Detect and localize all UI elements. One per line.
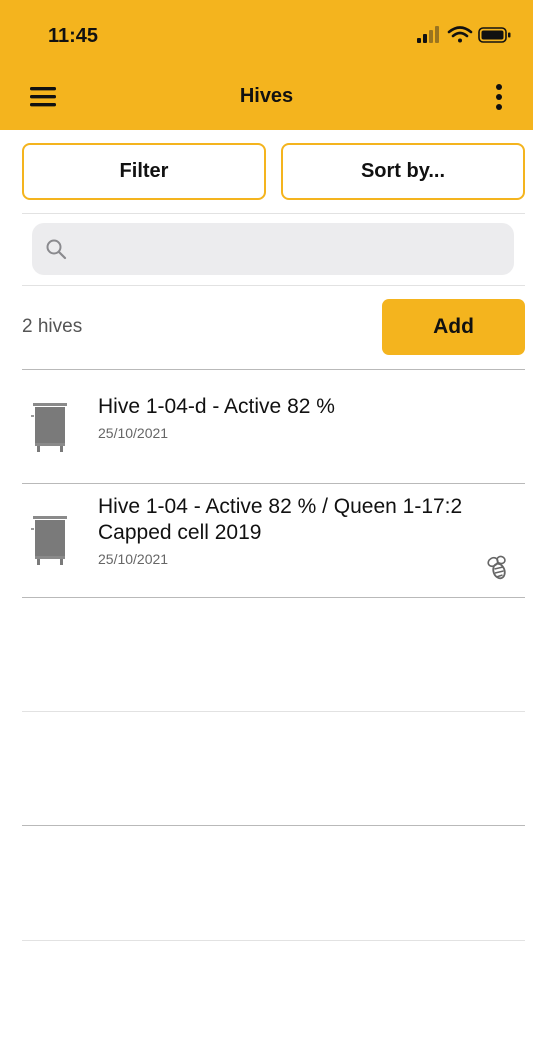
hive-title: Hive 1-04 - Active 82 % / Queen 1-17:2 C… [98, 495, 463, 544]
divider [22, 825, 525, 826]
divider [22, 940, 525, 941]
battery-icon [478, 27, 511, 43]
search-icon [46, 239, 67, 260]
status-time: 11:45 [48, 25, 99, 47]
bee-icon [487, 555, 506, 580]
divider [22, 285, 525, 286]
top-bar: 11:45 Hives [0, 0, 533, 130]
list-item[interactable]: Hive 1-04 - Active 82 % / Queen 1-17:2 C… [0, 484, 533, 597]
divider [22, 213, 525, 214]
hive-box-icon [31, 403, 67, 452]
wifi-icon [447, 26, 473, 43]
status-icons [417, 26, 511, 43]
divider [22, 711, 525, 712]
page-title: Hives [239, 85, 294, 107]
filter-button[interactable]: Filter [22, 143, 266, 200]
more-vertical-icon[interactable] [489, 82, 509, 112]
signal-icon [417, 26, 439, 43]
hive-title: Hive 1-04-d - Active 82 % [98, 395, 335, 418]
hive-box-icon [31, 516, 67, 565]
hive-date: 25/10/2021 [98, 425, 169, 441]
search-bar[interactable] [32, 223, 514, 275]
search-input[interactable] [76, 223, 506, 275]
hive-date: 25/10/2021 [98, 551, 169, 567]
sort-button[interactable]: Sort by... [281, 143, 525, 200]
divider [22, 597, 525, 598]
hive-count: 2 hives [22, 316, 83, 337]
list-item[interactable]: Hive 1-04-d - Active 82 % 25/10/2021 [0, 370, 533, 483]
add-button[interactable]: Add [382, 299, 525, 355]
